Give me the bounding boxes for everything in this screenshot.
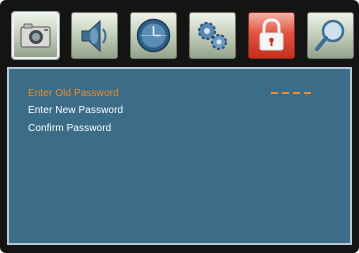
tab-picture[interactable] [12, 12, 59, 59]
password-digit-placeholder [282, 92, 289, 94]
password-digit-placeholder [293, 92, 300, 94]
tab-lock[interactable] [248, 12, 295, 59]
password-digit-placeholder [271, 92, 278, 94]
password-panel: Enter Old Password Enter New Password Co… [7, 67, 352, 245]
password-digit-placeholder [304, 92, 311, 94]
tab-audio[interactable] [71, 12, 118, 59]
magnifier-icon [315, 19, 345, 51]
tab-time[interactable] [130, 12, 177, 59]
camera-icon [20, 23, 51, 48]
tab-setup[interactable] [189, 12, 236, 59]
speaker-icon [81, 19, 107, 53]
gears-icon [198, 22, 227, 50]
enter-new-password-item[interactable]: Enter New Password [28, 105, 123, 116]
clock-icon [136, 18, 171, 53]
old-password-input[interactable] [271, 90, 315, 96]
menu-toolbar [0, 0, 359, 66]
confirm-password-item[interactable]: Confirm Password [28, 123, 111, 134]
tv-osd-screen: Enter Old Password Enter New Password Co… [0, 0, 359, 253]
tab-search[interactable] [307, 12, 354, 59]
enter-old-password-item[interactable]: Enter Old Password [28, 88, 119, 99]
padlock-icon [259, 18, 284, 51]
